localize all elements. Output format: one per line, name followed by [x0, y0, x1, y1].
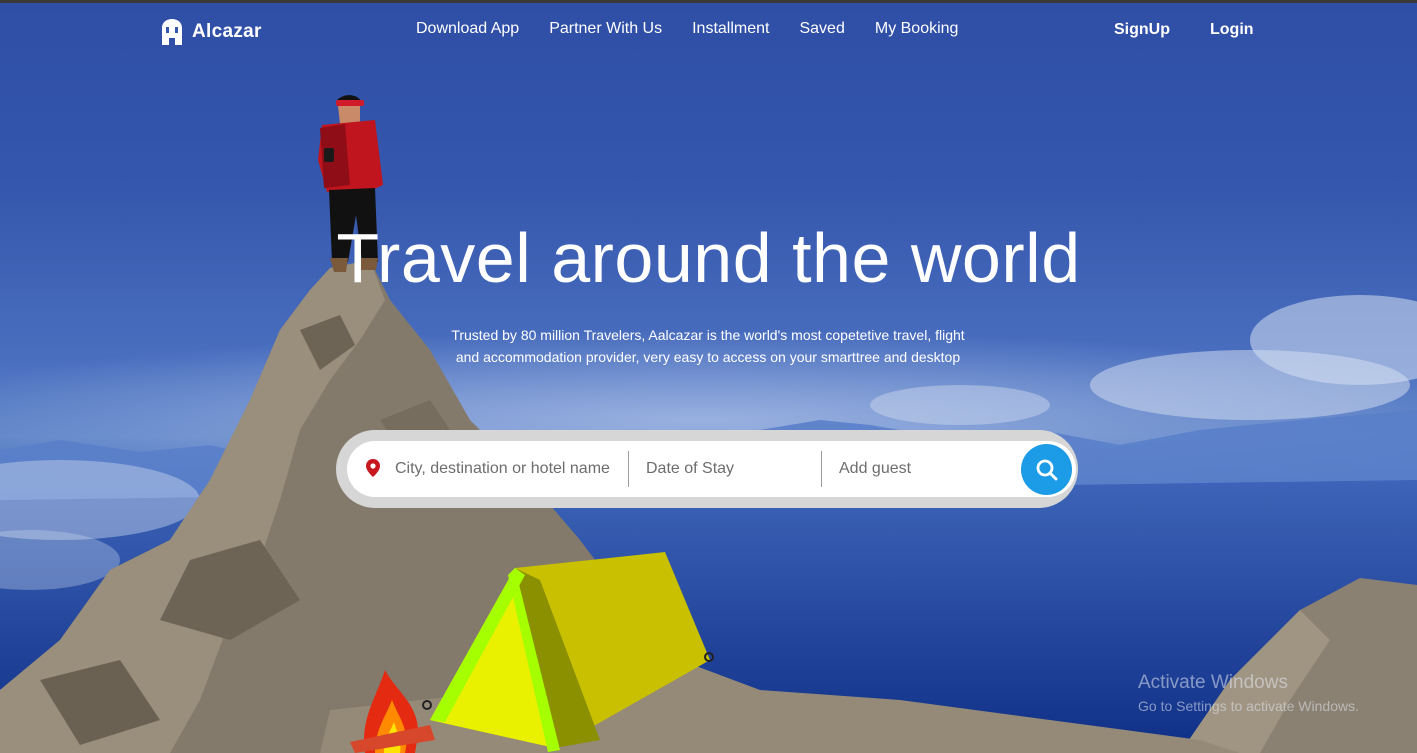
- hiker-pocket: [324, 148, 334, 162]
- main-nav: Download App Partner With Us Installment…: [416, 20, 958, 38]
- search-button[interactable]: [1021, 444, 1072, 495]
- magnifier-icon: [1036, 459, 1057, 480]
- hiker-cap: [336, 100, 364, 106]
- watermark-subtitle: Go to Settings to activate Windows.: [1138, 698, 1359, 714]
- landing-page: Alcazar Download App Partner With Us Ins…: [0, 0, 1417, 753]
- signup-link[interactable]: SignUp: [1114, 21, 1170, 39]
- hero-subtitle: Trusted by 80 million Travelers, Aalcaza…: [408, 324, 1008, 368]
- brand-name: Alcazar: [192, 21, 262, 42]
- nav-partner-with-us[interactable]: Partner With Us: [549, 20, 662, 38]
- castle-logo-icon: [162, 19, 182, 45]
- hero-subtitle-line-2: and accommodation provider, very easy to…: [455, 349, 961, 365]
- guest-input[interactable]: [839, 441, 1009, 497]
- map-pin-icon: [366, 459, 380, 477]
- activate-windows-watermark: Activate Windows Go to Settings to activ…: [1138, 672, 1359, 714]
- nav-my-booking[interactable]: My Booking: [875, 20, 959, 38]
- nav-installment[interactable]: Installment: [692, 20, 769, 38]
- hero-illustration: [0, 95, 1417, 753]
- nav-saved[interactable]: Saved: [799, 20, 844, 38]
- nav-download-app[interactable]: Download App: [416, 20, 519, 38]
- search-divider-1: [628, 451, 629, 487]
- hiker-face: [338, 106, 360, 124]
- brand-logo[interactable]: Alcazar: [160, 18, 262, 46]
- destination-input[interactable]: [395, 441, 620, 497]
- auth-links: SignUp Login: [1114, 21, 1254, 39]
- hero-title: Travel around the world: [336, 219, 1081, 297]
- date-of-stay-input[interactable]: [646, 441, 811, 497]
- search-divider-2: [821, 451, 822, 487]
- watermark-title: Activate Windows: [1138, 672, 1288, 693]
- cloud-right-3: [870, 385, 1050, 425]
- login-link[interactable]: Login: [1210, 21, 1254, 39]
- hero-subtitle-line-1: Trusted by 80 million Travelers, Aalcaza…: [451, 327, 965, 343]
